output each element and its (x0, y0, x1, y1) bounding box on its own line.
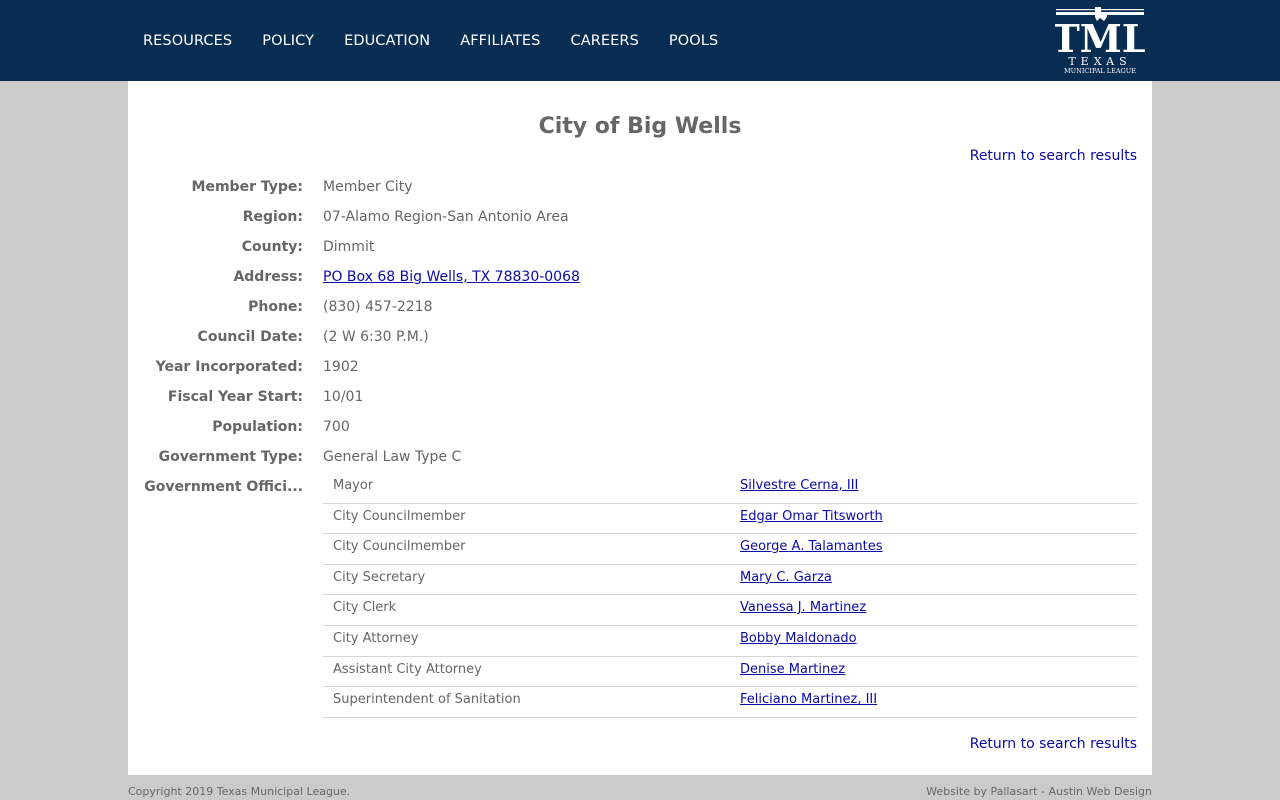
official-name-link[interactable]: George A. Talamantes (740, 539, 883, 554)
official-role: City Clerk (333, 600, 397, 616)
detail-value: Dimmit (323, 239, 375, 255)
detail-value: (2 W 6:30 P.M.) (323, 329, 429, 345)
detail-row-government-type: Government Type: General Law Type C (128, 447, 1152, 467)
detail-row-phone: Phone: (830) 457-2218 (128, 297, 1152, 317)
return-to-results-link-bottom[interactable]: Return to search results (970, 736, 1137, 752)
official-name-link[interactable]: Silvestre Cerna, III (740, 478, 858, 493)
detail-value: 10/01 (323, 389, 364, 405)
table-row: Assistant City Attorney Denise Martinez (323, 657, 1137, 688)
official-name-link[interactable]: Mary C. Garza (740, 570, 832, 585)
main-nav: RESOURCES POLICY EDUCATION AFFILIATES CA… (143, 31, 718, 51)
detail-value: 07-Alamo Region-San Antonio Area (323, 209, 569, 225)
official-name-link[interactable]: Feliciano Martinez, III (740, 692, 877, 707)
official-role: City Attorney (333, 630, 419, 646)
address-link[interactable]: PO Box 68 Big Wells, TX 78830-0068 (323, 267, 580, 287)
detail-label: Region: (242, 209, 303, 225)
member-detail-panel: City of Big Wells Return to search resul… (128, 81, 1152, 775)
detail-label: Member Type: (191, 179, 303, 195)
detail-label: Council Date: (197, 329, 303, 345)
detail-label: Address: (233, 269, 303, 285)
table-row: City Councilmember Edgar Omar Titsworth (323, 504, 1137, 535)
detail-label: Population: (212, 419, 303, 435)
nav-affiliates[interactable]: AFFILIATES (460, 31, 540, 51)
official-name-link[interactable]: Vanessa J. Martinez (740, 600, 866, 615)
detail-row-fiscal-year-start: Fiscal Year Start: 10/01 (128, 387, 1152, 407)
detail-label: Phone: (248, 299, 303, 315)
detail-value: Member City (323, 179, 413, 195)
table-row: City Secretary Mary C. Garza (323, 565, 1137, 596)
nav-careers[interactable]: CAREERS (570, 31, 638, 51)
detail-label: Fiscal Year Start: (167, 389, 303, 405)
detail-label: Year Incorporated: (155, 359, 303, 375)
detail-value: (830) 457-2218 (323, 299, 433, 315)
official-role: Superintendent of Sanitation (333, 692, 521, 708)
detail-row-county: County: Dimmit (128, 237, 1152, 257)
official-role: City Secretary (333, 569, 426, 585)
detail-row-population: Population: 700 (128, 417, 1152, 437)
detail-row-council-date: Council Date: (2 W 6:30 P.M.) (128, 327, 1152, 347)
nav-policy[interactable]: POLICY (262, 31, 314, 51)
tml-logo[interactable]: TML TEXAS MUNICIPAL LEAGUE (1051, 5, 1149, 75)
detail-label: County: (241, 239, 303, 255)
svg-text:MUNICIPAL LEAGUE: MUNICIPAL LEAGUE (1064, 67, 1136, 75)
detail-value: 700 (323, 419, 350, 435)
official-role: City Councilmember (333, 508, 466, 524)
table-row: City Councilmember George A. Talamantes (323, 534, 1137, 565)
official-name-link[interactable]: Bobby Maldonado (740, 631, 857, 646)
table-row: City Clerk Vanessa J. Martinez (323, 595, 1137, 626)
tml-logo-graphic: TML TEXAS MUNICIPAL LEAGUE (1051, 7, 1149, 75)
official-role: Mayor (333, 478, 374, 493)
detail-row-region: Region: 07-Alamo Region-San Antonio Area (128, 207, 1152, 227)
official-name-link[interactable]: Edgar Omar Titsworth (740, 509, 883, 524)
detail-label: Government Offici... (144, 479, 303, 495)
site-header: RESOURCES POLICY EDUCATION AFFILIATES CA… (0, 0, 1280, 81)
footer-credit-link[interactable]: Website by Pallasart - Austin Web Design (926, 785, 1152, 798)
footer-copyright: Copyright 2019 Texas Municipal League. (128, 785, 351, 798)
nav-education[interactable]: EDUCATION (344, 31, 430, 51)
officials-table: Mayor Silvestre Cerna, III City Councilm… (323, 473, 1137, 718)
table-row: Mayor Silvestre Cerna, III (323, 473, 1137, 504)
detail-value: 1902 (323, 359, 359, 375)
table-row: Superintendent of Sanitation Feliciano M… (323, 687, 1137, 718)
official-role: Assistant City Attorney (333, 661, 482, 677)
table-row: City Attorney Bobby Maldonado (323, 626, 1137, 657)
official-role: City Councilmember (333, 539, 466, 555)
detail-row-member-type: Member Type: Member City (128, 177, 1152, 197)
detail-value: General Law Type C (323, 449, 462, 465)
page-title: City of Big Wells (538, 113, 742, 139)
detail-label: Government Type: (158, 449, 303, 465)
detail-row-address: Address: PO Box 68 Big Wells, TX 78830-0… (128, 267, 1152, 287)
detail-row-year-incorporated: Year Incorporated: 1902 (128, 357, 1152, 377)
return-to-results-link-top[interactable]: Return to search results (970, 148, 1137, 164)
official-name-link[interactable]: Denise Martinez (740, 662, 845, 677)
nav-resources[interactable]: RESOURCES (143, 31, 232, 51)
nav-pools[interactable]: POOLS (669, 31, 718, 51)
